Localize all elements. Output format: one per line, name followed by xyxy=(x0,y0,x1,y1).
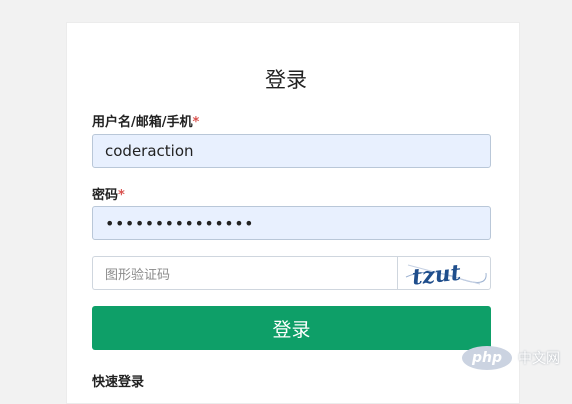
php-logo: php xyxy=(462,346,512,370)
password-label: 密码* xyxy=(92,184,125,203)
username-label-text: 用户名/邮箱/手机 xyxy=(92,115,193,130)
page-title: 登录 xyxy=(265,68,307,92)
login-button-label: 登录 xyxy=(272,318,311,341)
username-value: coderaction xyxy=(105,142,194,160)
php-logo-text: php xyxy=(471,350,502,366)
quick-login-heading: 快速登录 xyxy=(92,375,145,390)
username-label: 用户名/邮箱/手机* xyxy=(92,111,199,130)
password-label-text: 密码 xyxy=(92,188,119,203)
watermark: php 中文网 xyxy=(462,346,560,370)
required-marker: * xyxy=(118,188,125,203)
username-input[interactable]: coderaction xyxy=(92,134,491,168)
captcha-graphic: tzut xyxy=(405,260,487,291)
captcha-placeholder: 图形验证码 xyxy=(105,267,171,283)
required-marker: * xyxy=(192,115,200,130)
login-button[interactable]: 登录 xyxy=(92,306,491,350)
watermark-text: 中文网 xyxy=(518,351,560,367)
password-value: ••••••••••••••• xyxy=(105,213,255,233)
captcha-text: tzut xyxy=(411,260,462,289)
captcha-image[interactable]: tzut xyxy=(397,256,491,291)
password-input[interactable]: ••••••••••••••• xyxy=(92,206,491,240)
captcha-input[interactable]: 图形验证码 xyxy=(92,256,397,290)
